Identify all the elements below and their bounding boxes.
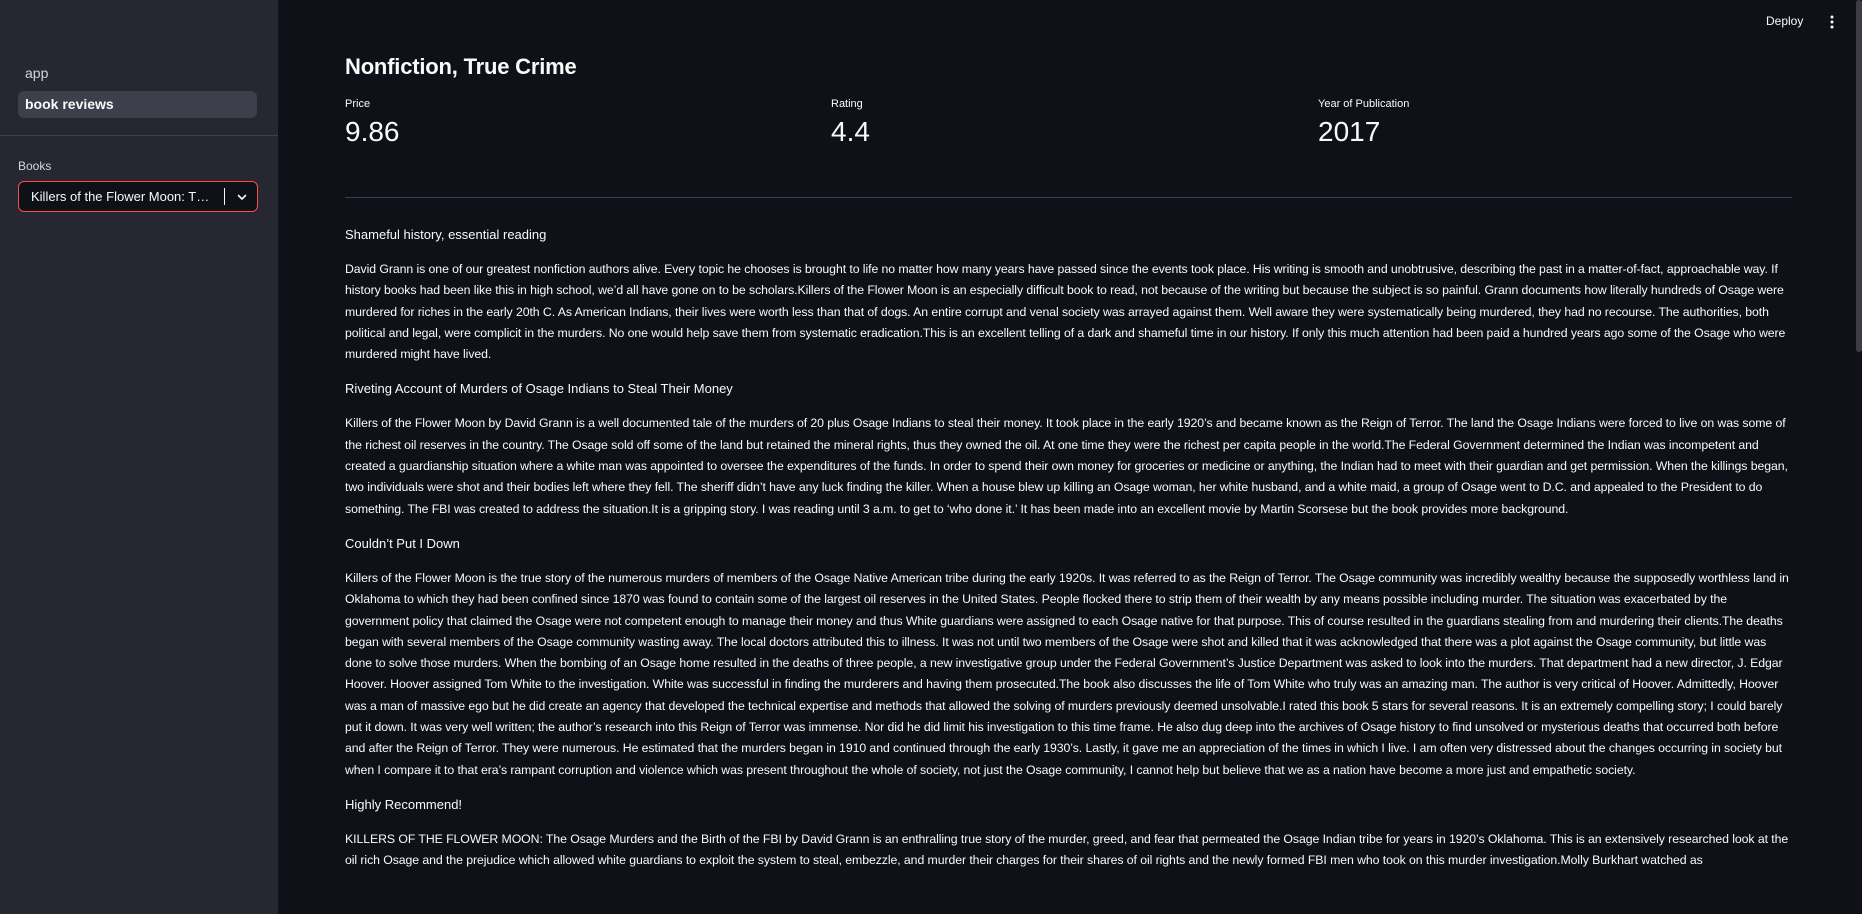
select-cursor bbox=[224, 188, 225, 205]
sidebar-item-app[interactable]: app bbox=[18, 60, 257, 87]
review-title: Highly Recommend! bbox=[345, 796, 463, 812]
review-body: Killers of the Flower Moon by David Gran… bbox=[345, 416, 1788, 516]
metric-value: 9.86 bbox=[345, 116, 400, 147]
books-select-value: Killers of the Flower Moon: The Osage Mu… bbox=[31, 189, 224, 204]
sidebar-nav: app book reviews bbox=[0, 0, 278, 118]
review-title: Riveting Account of Murders of Osage Ind… bbox=[345, 381, 733, 397]
sidebar-item-book-reviews[interactable]: book reviews bbox=[18, 91, 257, 118]
review: Riveting Account of Murders of Osage Ind… bbox=[345, 378, 1792, 519]
metric-value: 4.4 bbox=[831, 116, 870, 147]
page-title: Nonfiction, True Crime bbox=[345, 54, 577, 79]
review: Couldn’t Put I Down Killers of the Flowe… bbox=[345, 533, 1792, 781]
books-select-label: Books bbox=[18, 159, 52, 173]
review-body: Killers of the Flower Moon is the true s… bbox=[345, 570, 1789, 777]
metric-label: Rating bbox=[831, 98, 863, 110]
metric-rating: Rating 4.4 bbox=[831, 98, 870, 148]
sidebar-divider bbox=[0, 135, 278, 136]
chevron-down-icon[interactable] bbox=[227, 182, 257, 211]
metric-label: Price bbox=[345, 98, 371, 110]
metric-price: Price 9.86 bbox=[345, 98, 400, 148]
books-select[interactable]: Killers of the Flower Moon: The Osage Mu… bbox=[18, 181, 258, 212]
review-title: Couldn’t Put I Down bbox=[345, 535, 460, 551]
scrollbar[interactable] bbox=[1856, 0, 1862, 352]
deploy-button[interactable]: Deploy bbox=[1766, 14, 1803, 28]
divider bbox=[345, 197, 1792, 198]
more-menu-icon[interactable] bbox=[1825, 12, 1839, 32]
reviews-list: Shameful history, essential reading Davi… bbox=[345, 224, 1792, 885]
metric-label: Year of Publication bbox=[1318, 98, 1410, 110]
review: Highly Recommend! KILLERS OF THE FLOWER … bbox=[345, 794, 1792, 872]
review-title: Shameful history, essential reading bbox=[345, 227, 547, 242]
metric-year: Year of Publication 2017 bbox=[1318, 98, 1409, 148]
metric-value: 2017 bbox=[1318, 116, 1381, 147]
review: Shameful history, essential reading Davi… bbox=[345, 224, 1792, 365]
sidebar: app book reviews Books Killers of the Fl… bbox=[0, 0, 278, 914]
review-body: David Grann is one of our greatest nonfi… bbox=[345, 262, 1786, 362]
review-body: KILLERS OF THE FLOWER MOON: The Osage Mu… bbox=[345, 831, 1789, 868]
